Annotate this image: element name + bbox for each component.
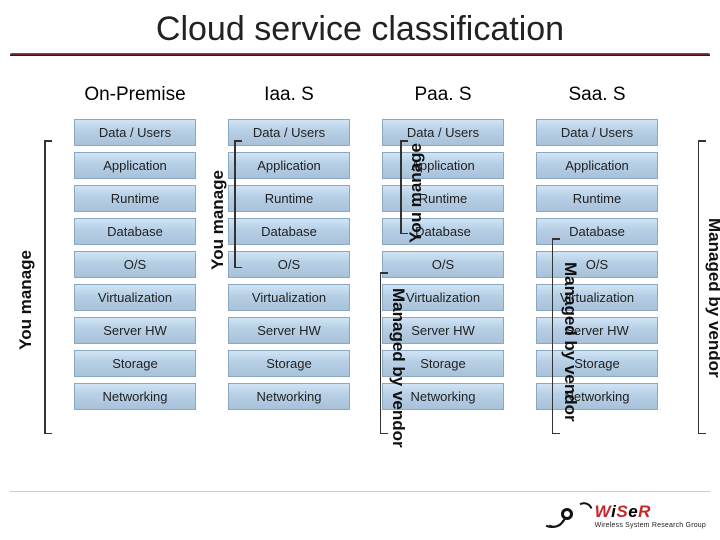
layer-box: Data / Users xyxy=(74,119,196,146)
diagram-grid: On-Premise Data / Users Application Runt… xyxy=(0,66,720,413)
layer-box: Application xyxy=(228,152,350,179)
layer-box: Runtime xyxy=(74,185,196,212)
layer-box: Data / Users xyxy=(228,119,350,146)
col-title-saas: Saa. S xyxy=(568,84,625,106)
label-iaas-vendor: Managed by vendor xyxy=(388,288,408,448)
layer-box: Database xyxy=(228,218,350,245)
col-iaas: Iaa. S Data / Users Application Runtime … xyxy=(224,78,354,413)
col-onpremise: On-Premise Data / Users Application Runt… xyxy=(70,78,200,413)
logo-tagline: Wireless System Research Group xyxy=(595,522,706,529)
layer-box: Server HW xyxy=(74,317,196,344)
label-onprem-you-manage: You manage xyxy=(16,250,36,350)
label-paas-vendor: Managed by vendor xyxy=(560,262,580,422)
col-title-onpremise: On-Premise xyxy=(84,84,185,106)
layer-box: Runtime xyxy=(228,185,350,212)
logo-letter: e xyxy=(628,502,638,522)
slide-title: Cloud service classification xyxy=(0,0,720,53)
layer-box: Networking xyxy=(228,383,350,410)
title-divider-wrap xyxy=(0,53,720,66)
layer-box: Application xyxy=(74,152,196,179)
logo-letter: S xyxy=(616,502,628,522)
wiser-logo: WiSeR Wireless System Research Group xyxy=(549,498,706,532)
layer-box: Virtualization xyxy=(74,284,196,311)
label-saas-vendor: Managed by vendor xyxy=(704,218,720,378)
layer-box: Storage xyxy=(74,350,196,377)
label-iaas-you-manage: You manage xyxy=(208,170,228,270)
layer-box: Storage xyxy=(228,350,350,377)
layer-box: O/S xyxy=(74,251,196,278)
layer-box: Database xyxy=(74,218,196,245)
layer-box: O/S xyxy=(228,251,350,278)
footer-divider xyxy=(10,491,710,492)
logo-text: WiSeR Wireless System Research Group xyxy=(595,502,706,529)
logo-icon xyxy=(549,498,589,532)
layer-box: Runtime xyxy=(536,185,658,212)
layer-box: Networking xyxy=(74,383,196,410)
layer-box: Virtualization xyxy=(228,284,350,311)
bracket-onprem-you-manage xyxy=(44,140,52,434)
bracket-iaas-vendor xyxy=(380,272,388,434)
logo-letter: W xyxy=(595,502,612,522)
bracket-paas-vendor xyxy=(552,238,560,434)
title-divider xyxy=(10,53,710,56)
col-title-paas: Paa. S xyxy=(414,84,471,106)
logo-letter: R xyxy=(638,502,651,522)
layer-box: O/S xyxy=(382,251,504,278)
layer-box: Application xyxy=(536,152,658,179)
label-paas-you-manage: You manage xyxy=(406,143,426,243)
bracket-iaas-you-manage xyxy=(234,140,242,268)
layer-box: Server HW xyxy=(228,317,350,344)
layer-box: Data / Users xyxy=(536,119,658,146)
col-title-iaas: Iaa. S xyxy=(264,84,314,106)
